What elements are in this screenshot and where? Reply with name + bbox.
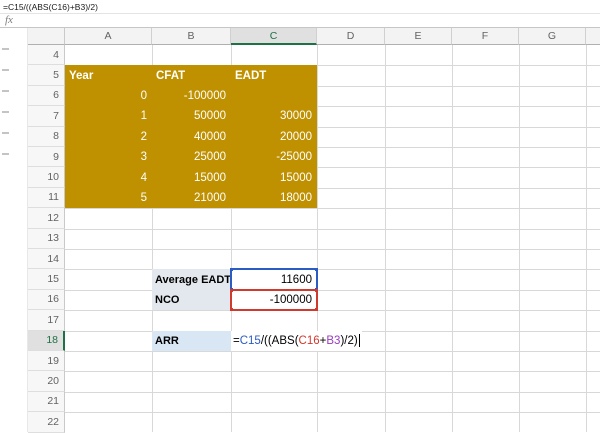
cell-C10[interactable]: 15000 — [231, 167, 317, 187]
row-header-7[interactable]: 7 — [28, 106, 65, 127]
cell-B15[interactable]: Average EADT — [152, 269, 231, 290]
cell-C9[interactable]: -25000 — [231, 147, 317, 167]
gridline-horizontal — [65, 249, 600, 250]
row-header-19[interactable]: 19 — [28, 351, 65, 372]
cell-B10[interactable]: 15000 — [152, 167, 231, 187]
window-edge-artifact — [2, 69, 9, 71]
range-handle[interactable] — [230, 268, 233, 272]
gridline-vertical — [385, 45, 386, 432]
formula-token: /((ABS( — [260, 334, 299, 347]
cell-C18-formula-edit[interactable]: = C15/((ABS(C16 + B3)/2) — [231, 330, 362, 351]
cell-B6[interactable]: -100000 — [152, 86, 231, 106]
cell-B18[interactable]: ARR — [152, 330, 231, 351]
excel-window: =C15/((ABS(C16)+B3)/2) fx ABCDEFG4567891… — [0, 0, 600, 433]
row-header-14[interactable]: 14 — [28, 249, 65, 270]
cell-B5[interactable]: CFAT — [152, 65, 231, 85]
formula-token: B3 — [326, 334, 341, 347]
row-header-6[interactable]: 6 — [28, 85, 65, 107]
cell-B9[interactable]: 25000 — [152, 147, 231, 167]
row-header-13[interactable]: 13 — [28, 228, 65, 249]
row-header-15[interactable]: 15 — [28, 269, 65, 290]
row-header-20[interactable]: 20 — [28, 371, 65, 392]
column-header-G[interactable]: G — [519, 28, 586, 45]
column-header-C[interactable]: C — [231, 28, 317, 45]
spreadsheet-grid: A B C D E F G 4 5 6 7 8 9 10 11 12 13 14 15 16 17 18 19 20 21 22 Y… — [0, 0, 600, 433]
window-edge-artifact — [2, 153, 9, 155]
row-header-12[interactable]: 12 — [28, 208, 65, 229]
row-header-4[interactable]: 4 — [28, 45, 65, 66]
row-header-5[interactable]: 5 — [28, 65, 65, 86]
row-header-8[interactable]: 8 — [28, 126, 65, 147]
select-all-corner[interactable] — [28, 28, 65, 45]
window-edge-artifact — [2, 48, 9, 50]
gridline-horizontal — [65, 412, 600, 414]
formula-token: = — [233, 334, 240, 347]
gridline-horizontal — [65, 391, 600, 393]
cell-C16[interactable]: -100000 — [230, 288, 318, 312]
window-edge-artifact — [2, 90, 9, 92]
cell-A11[interactable]: 5 — [65, 188, 152, 208]
range-handle[interactable] — [315, 308, 318, 312]
window-edge-artifact — [2, 111, 9, 113]
row-header-10[interactable]: 10 — [28, 167, 65, 188]
row-header-11[interactable]: 11 — [28, 187, 65, 209]
window-edge-artifact — [2, 132, 9, 134]
row-header-16[interactable]: 16 — [28, 289, 65, 311]
column-header-F[interactable]: F — [452, 28, 519, 45]
cell-C5[interactable]: EADT — [231, 65, 317, 85]
gridline-horizontal — [65, 228, 600, 230]
cell-A5[interactable]: Year — [65, 65, 152, 85]
cell-B16[interactable]: NCO — [152, 289, 231, 311]
gridline-horizontal — [65, 269, 600, 271]
column-header-E[interactable]: E — [385, 28, 452, 45]
column-header-A[interactable]: A — [65, 28, 152, 45]
cell-C11[interactable]: 18000 — [231, 188, 317, 208]
gridline-vertical — [586, 45, 587, 432]
gridline-horizontal — [65, 371, 600, 373]
text-cursor — [358, 334, 360, 348]
formula-token: C15 — [239, 334, 261, 347]
row-header-21[interactable]: 21 — [28, 391, 65, 413]
range-handle[interactable] — [230, 308, 233, 312]
row-header-22[interactable]: 22 — [28, 412, 65, 433]
cell-A9[interactable]: 3 — [65, 147, 152, 167]
cell-C15[interactable]: 11600 — [230, 268, 318, 291]
gridline-horizontal — [65, 289, 600, 291]
formula-token: )/2) — [340, 334, 358, 347]
formula-token: + — [319, 334, 327, 347]
gridline-vertical — [452, 45, 453, 432]
cell-C7[interactable]: 30000 — [231, 106, 317, 126]
range-handle[interactable] — [315, 288, 318, 292]
gridline-horizontal — [65, 310, 600, 312]
row-header-9[interactable]: 9 — [28, 147, 65, 168]
column-header-D[interactable]: D — [317, 28, 385, 45]
gridline-vertical — [317, 45, 318, 432]
gridline-horizontal — [65, 208, 600, 210]
range-handle[interactable] — [230, 288, 233, 292]
cell-B7[interactable]: 50000 — [152, 106, 231, 126]
row-header-17[interactable]: 17 — [28, 310, 65, 331]
cell-A10[interactable]: 4 — [65, 167, 152, 187]
cell-B11[interactable]: 21000 — [152, 188, 231, 208]
column-header-stub — [586, 28, 600, 45]
column-header-B[interactable]: B — [152, 28, 231, 45]
formula-token: C16 — [298, 334, 320, 347]
gridline-vertical — [519, 45, 520, 432]
gridline-horizontal — [65, 351, 600, 352]
cell-A7[interactable]: 1 — [65, 106, 152, 126]
cell-B8[interactable]: 40000 — [152, 127, 231, 147]
cell-A6[interactable]: 0 — [65, 86, 152, 106]
cell-C8[interactable]: 20000 — [231, 127, 317, 147]
row-header-18[interactable]: 18 — [28, 330, 65, 351]
cell-A8[interactable]: 2 — [65, 127, 152, 147]
range-handle[interactable] — [315, 268, 318, 272]
